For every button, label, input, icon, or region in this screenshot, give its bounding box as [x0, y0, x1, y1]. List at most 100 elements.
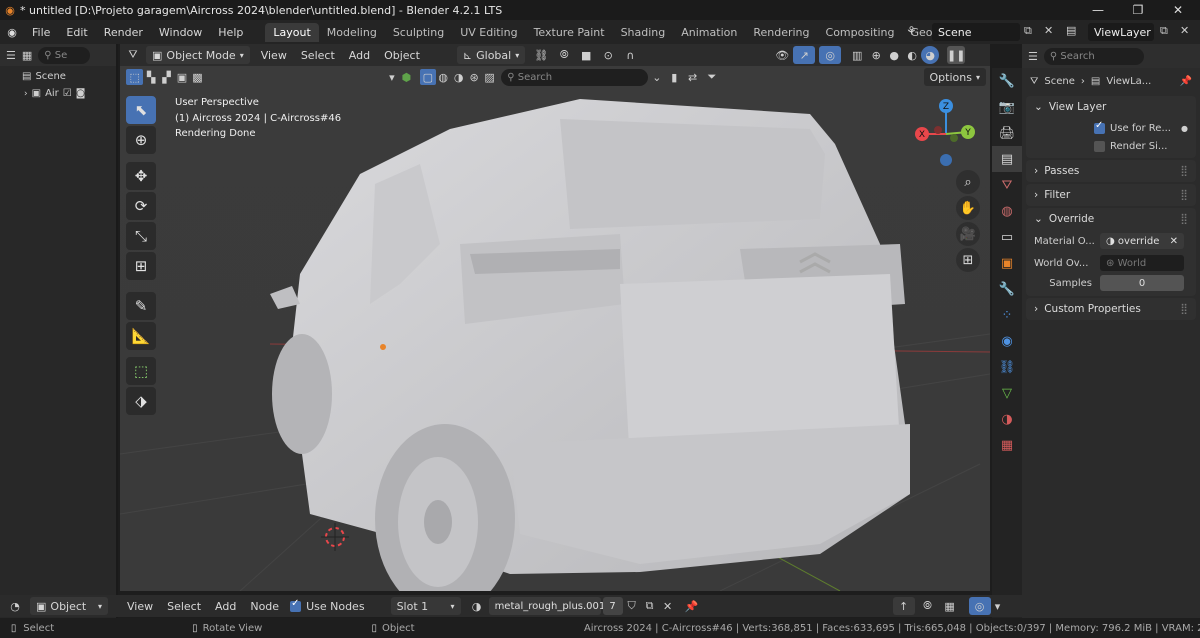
- outliner-row-collection[interactable]: › ▣ Air ☑ ◙: [0, 85, 116, 102]
- menu-window[interactable]: Window: [151, 26, 210, 39]
- expand-arrow-icon[interactable]: ›: [24, 89, 28, 99]
- rendered-shading-icon[interactable]: ◕: [921, 46, 940, 64]
- scene-tab-icon[interactable]: ⛛: [992, 172, 1022, 198]
- delete-scene-icon[interactable]: ✕: [1044, 24, 1053, 37]
- fake-user-shield-icon[interactable]: ⛉: [623, 599, 641, 613]
- drag-handle-icon[interactable]: ⣿: [1180, 213, 1188, 225]
- chevron-down-icon[interactable]: ▾: [385, 71, 399, 84]
- drag-handle-icon[interactable]: ⣿: [1180, 165, 1188, 177]
- menu-select[interactable]: Select: [294, 49, 342, 62]
- mode-dropdown[interactable]: ▣ Object Mode ▾: [146, 46, 250, 64]
- drag-handle-icon[interactable]: ⣿: [1180, 189, 1188, 201]
- chevron-down-icon[interactable]: ▾: [991, 600, 1005, 613]
- material-name-field[interactable]: metal_rough_plus.001: [488, 597, 605, 615]
- filter-funnel-icon[interactable]: ⏷: [702, 70, 721, 84]
- filter-sphere-icon[interactable]: ◍: [436, 71, 451, 84]
- material-browse-icon[interactable]: ◑: [465, 600, 489, 613]
- clear-icon[interactable]: ✕: [1170, 236, 1178, 247]
- render-tab-icon[interactable]: 📷: [992, 94, 1022, 120]
- menu-view[interactable]: View: [254, 49, 294, 62]
- unlink-material-icon[interactable]: ✕: [659, 600, 677, 613]
- viewport-search-input[interactable]: ⚲ Search: [501, 68, 649, 86]
- pause-render-icon[interactable]: ❚❚: [947, 46, 965, 64]
- material-override-field[interactable]: ◑ override ✕: [1100, 233, 1184, 249]
- falloff-icon[interactable]: ∩: [619, 49, 641, 62]
- filter-panel-header[interactable]: › Filter ⣿: [1026, 184, 1196, 206]
- properties-search-input[interactable]: ⚲ Search: [1043, 47, 1144, 65]
- slot-dropdown[interactable]: Slot 1 ▾: [390, 597, 461, 615]
- camera-view-icon[interactable]: 🎥: [956, 222, 980, 246]
- display-mode-icon[interactable]: ▦: [22, 49, 32, 62]
- tab-uv-editing[interactable]: UV Editing: [452, 23, 525, 42]
- editor-type-icon[interactable]: ☰: [1028, 50, 1038, 63]
- viewlayer-icon[interactable]: ▤: [1066, 24, 1076, 37]
- 3d-cursor-icon[interactable]: [321, 523, 349, 551]
- object-tab-icon[interactable]: ▣: [992, 250, 1022, 276]
- shader-type-dropdown[interactable]: ▣ Object ▾: [30, 597, 108, 615]
- particles-tab-icon[interactable]: ⁘: [992, 302, 1022, 328]
- new-viewlayer-icon[interactable]: ⧉: [1160, 24, 1168, 38]
- menu-add[interactable]: Add: [208, 600, 243, 613]
- tab-shading[interactable]: Shading: [613, 23, 674, 42]
- parent-node-tree-icon[interactable]: ↑: [892, 597, 915, 615]
- view-layer-panel-header[interactable]: ⌄ View Layer: [1026, 96, 1196, 118]
- annotate-tool-icon[interactable]: ✎: [126, 292, 156, 320]
- passes-panel-header[interactable]: › Passes ⣿: [1026, 160, 1196, 182]
- overlay-toggle-icon[interactable]: ◎: [968, 597, 991, 615]
- pivot-point-icon[interactable]: ⛓: [529, 49, 553, 62]
- view-layer-tab-icon[interactable]: ▤: [992, 146, 1022, 172]
- minimize-button[interactable]: —: [1078, 0, 1118, 20]
- filter-material-icon[interactable]: ◑: [451, 71, 466, 84]
- options-dropdown[interactable]: Options ▾: [923, 68, 986, 86]
- select-extend-icon[interactable]: ▚: [143, 71, 158, 84]
- use-nodes-checkbox[interactable]: Use Nodes: [290, 598, 365, 613]
- pin-icon[interactable]: 📌: [1180, 76, 1192, 87]
- zoom-icon[interactable]: ⌕: [956, 170, 980, 194]
- select-tool-icon[interactable]: ⬉: [126, 96, 156, 124]
- snap-target-icon[interactable]: ■: [575, 49, 597, 62]
- snap-icon[interactable]: ⦾: [917, 599, 939, 613]
- override-panel-header[interactable]: ⌄ Override ⣿: [1026, 208, 1196, 230]
- tab-rendering[interactable]: Rendering: [745, 23, 817, 42]
- menu-view[interactable]: View: [120, 600, 160, 613]
- tab-modeling[interactable]: Modeling: [319, 23, 385, 42]
- menu-file[interactable]: File: [24, 26, 58, 39]
- tab-animation[interactable]: Animation: [673, 23, 745, 42]
- scene-selector[interactable]: Scene: [932, 23, 1020, 41]
- blender-menu-icon[interactable]: ◉: [0, 26, 24, 39]
- world-override-field[interactable]: ⊛ World: [1100, 255, 1184, 271]
- xray-icon[interactable]: ▥: [847, 49, 867, 62]
- tab-sculpting[interactable]: Sculpting: [385, 23, 452, 42]
- maximize-button[interactable]: ❐: [1118, 0, 1158, 20]
- solid-shading-icon[interactable]: ●: [885, 49, 903, 62]
- proportional-edit-icon[interactable]: ⊙: [597, 49, 619, 62]
- filter-image-icon[interactable]: ▨: [482, 71, 497, 84]
- close-window-button[interactable]: ✕: [1158, 0, 1198, 20]
- duplicate-material-icon[interactable]: ⧉: [641, 599, 659, 613]
- pan-hand-icon[interactable]: ✋: [956, 196, 980, 220]
- viewlayer-selector[interactable]: ViewLayer: [1088, 23, 1154, 41]
- tab-compositing[interactable]: Compositing: [818, 23, 903, 42]
- menu-object[interactable]: Object: [377, 49, 427, 62]
- filter-world-icon[interactable]: ⊛: [466, 71, 481, 84]
- custom-properties-panel-header[interactable]: › Custom Properties ⣿: [1026, 298, 1196, 320]
- tab-layout[interactable]: Layout: [265, 22, 319, 42]
- editor-type-icon[interactable]: ◔: [0, 600, 30, 613]
- overlay-toggle-icon[interactable]: ◎: [819, 46, 842, 64]
- move-tool-icon[interactable]: ✥: [126, 162, 156, 190]
- material-shading-icon[interactable]: ◐: [903, 49, 921, 62]
- clear-search-icon[interactable]: ⌄: [648, 71, 665, 84]
- texture-tab-icon[interactable]: ▦: [992, 432, 1022, 458]
- camera-icon[interactable]: ◙: [76, 88, 86, 99]
- world-tab-icon[interactable]: ◍: [992, 198, 1022, 224]
- transform-orientation-dropdown[interactable]: ⊾ Global ▾: [456, 46, 526, 64]
- 3d-viewport[interactable]: ⛛ ▣ Object Mode ▾ View Select Add Object…: [120, 44, 990, 591]
- samples-field[interactable]: 0: [1100, 275, 1184, 291]
- tool-tab-icon[interactable]: 🔧: [992, 68, 1022, 94]
- editor-type-icon[interactable]: ⛛: [120, 48, 146, 62]
- menu-select[interactable]: Select: [160, 600, 208, 613]
- physics-tab-icon[interactable]: ◉: [992, 328, 1022, 354]
- snap-icon[interactable]: ⦾: [553, 48, 575, 62]
- editor-type-icon[interactable]: ☰: [6, 49, 16, 62]
- transform-tool-icon[interactable]: ⊞: [126, 252, 156, 280]
